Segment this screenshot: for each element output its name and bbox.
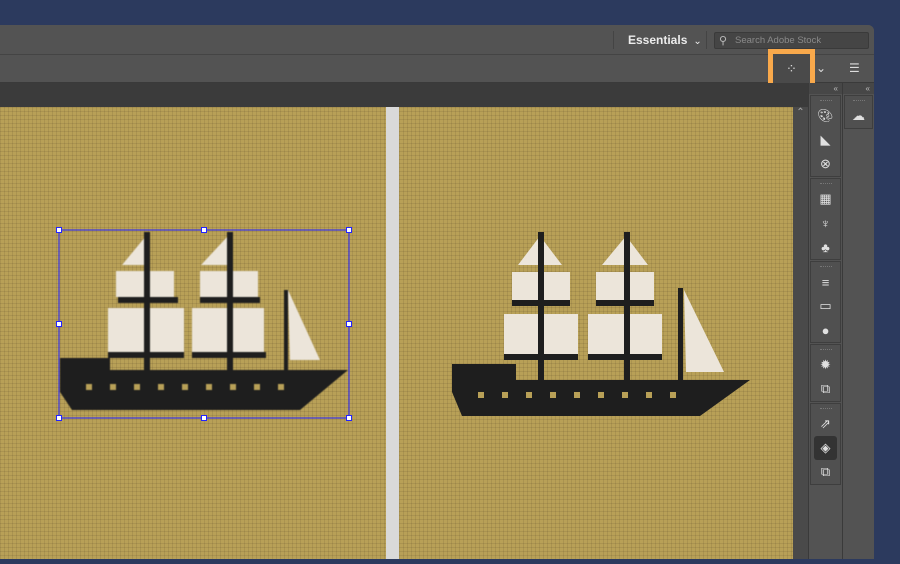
transparency-icon[interactable]: ● (811, 318, 840, 342)
panel-group-1: 🎨︎ ◣ ⊗ (810, 95, 841, 177)
gradient-icon[interactable]: ▭ (811, 294, 840, 318)
artboards-icon[interactable]: ⧉ (811, 460, 840, 484)
document-tab-strip (0, 83, 808, 107)
panel-dock-icons: « 🎨︎ ◣ ⊗ ▦ ♆ ♣ ≡ ▭ ● ✹ ⧉ ⇗ ◈ ⧉ (808, 83, 842, 559)
export-icon[interactable]: ⇗ (811, 412, 840, 436)
artboard-gutter (386, 107, 399, 559)
search-placeholder: Search Adobe Stock (735, 35, 822, 46)
panel-dock-libraries: « ☁ (842, 83, 874, 559)
collapse-panels-icon[interactable]: « (809, 83, 842, 94)
graphic-styles-icon[interactable]: ⧉ (811, 377, 840, 401)
creative-cloud-libraries-icon[interactable]: ☁ (845, 104, 872, 128)
panel-group-4: ✹ ⧉ (810, 344, 841, 402)
palette-icon[interactable]: 🎨︎ (811, 104, 840, 128)
ship-blurred[interactable] (0, 107, 386, 559)
stock-search-input[interactable]: ⚲ Search Adobe Stock (714, 32, 869, 49)
scroll-up-icon[interactable]: ⌃ (796, 107, 804, 118)
collapse-panels-icon[interactable]: « (843, 83, 874, 94)
arrange-documents-icon: ⁘ (786, 60, 797, 76)
panel-group-5: ⇗ ◈ ⧉ (810, 403, 841, 485)
search-icon: ⚲ (719, 35, 728, 47)
chevron-down-icon: ⌄ (693, 36, 702, 47)
brushes-icon[interactable]: ♆ (811, 211, 840, 235)
title-bar: Essentials ⌄ ⚲ Search Adobe Stock (0, 25, 874, 55)
appearance-icon[interactable]: ✹ (811, 353, 840, 377)
artboard-left[interactable] (0, 107, 386, 559)
gradient-swatch-icon[interactable]: ◣ (811, 128, 840, 152)
control-bar: ⁘ ⌄ ☰ (0, 49, 874, 88)
vertical-scrollbar[interactable]: ⌃ (793, 107, 808, 559)
workspace-label: Essentials (628, 33, 688, 47)
color-guide-icon[interactable]: ⊗ (811, 152, 840, 176)
symbols-icon[interactable]: ♣ (811, 235, 840, 259)
swatches-icon[interactable]: ▦ (811, 187, 840, 211)
menu-list-icon[interactable]: ☰ (849, 61, 860, 75)
layers-icon[interactable]: ◈ (814, 436, 837, 460)
artboard-right[interactable] (399, 107, 793, 559)
panel-group-3: ≡ ▭ ● (810, 261, 841, 343)
workspace-switcher[interactable]: Essentials ⌄ (628, 33, 702, 47)
stroke-icon[interactable]: ≡ (811, 270, 840, 294)
dropdown-icon[interactable]: ⌄ (816, 61, 826, 75)
panel-group-libraries: ☁ (844, 95, 873, 129)
panel-group-2: ▦ ♆ ♣ (810, 178, 841, 260)
ship-pixel[interactable] (399, 107, 793, 559)
